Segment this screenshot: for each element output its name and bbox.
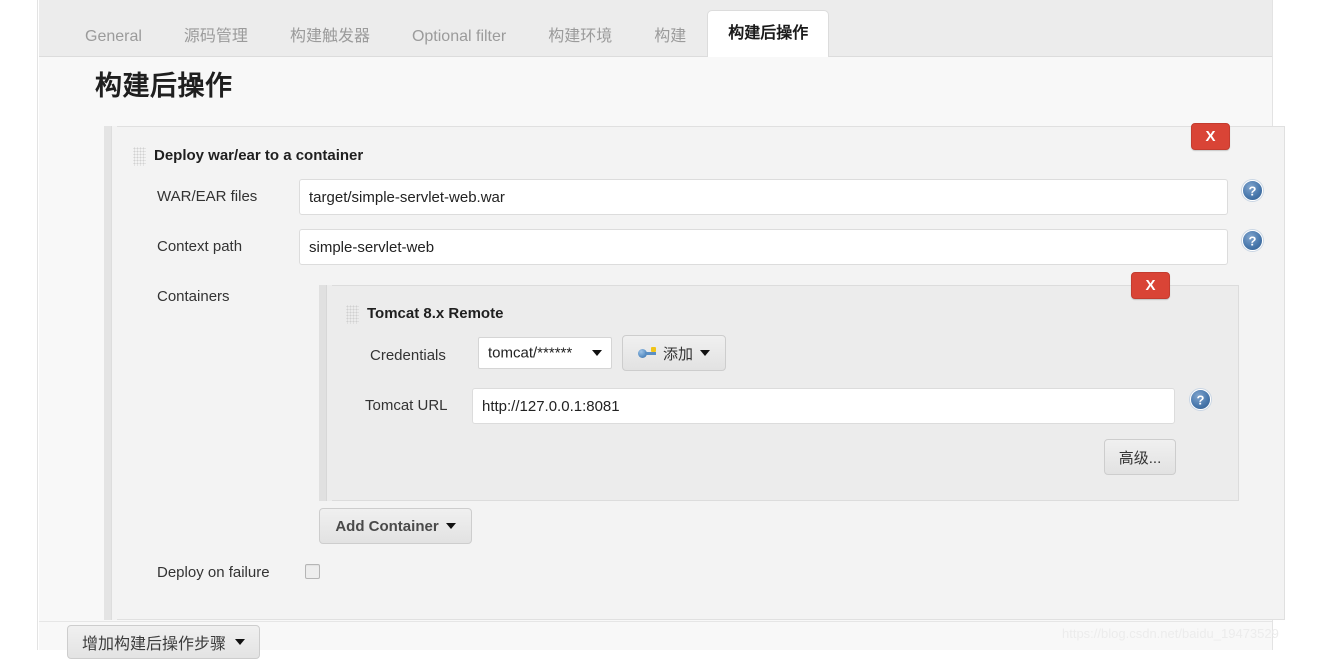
tab-post-build-actions[interactable]: 构建后操作 — [707, 10, 830, 57]
add-container-button[interactable]: Add Container — [319, 508, 472, 544]
chevron-down-icon — [592, 350, 602, 356]
chevron-down-icon — [445, 523, 456, 529]
tomcat-url-input[interactable] — [472, 388, 1175, 424]
delete-publisher-button[interactable]: X — [1191, 123, 1230, 150]
tab-build-triggers[interactable]: 构建触发器 — [269, 16, 391, 56]
container-drag-grip-icon[interactable] — [346, 305, 359, 324]
jenkins-job-config-page: General 源码管理 构建触发器 Optional filter 构建环境 … — [0, 0, 1334, 659]
containers-label: Containers — [157, 288, 230, 305]
footer-divider — [39, 621, 1272, 622]
page-title: 构建后操作 — [95, 71, 233, 101]
config-tab-bar: General 源码管理 构建触发器 Optional filter 构建环境 … — [39, 0, 1272, 57]
watermark-text: https://blog.csdn.net/baidu_19473529 — [1062, 626, 1279, 641]
tomcat-url-label: Tomcat URL — [365, 397, 448, 414]
tab-build[interactable]: 构建 — [633, 16, 707, 56]
advanced-button[interactable]: 高级... — [1104, 439, 1176, 475]
key-icon — [637, 347, 656, 359]
credentials-select[interactable]: tomcat/****** — [478, 337, 612, 369]
publisher-deploy-panel: X Deploy war/ear to a container WAR/EAR … — [104, 123, 1285, 620]
config-tab-list: General 源码管理 构建触发器 Optional filter 构建环境 … — [64, 0, 830, 57]
war-ear-files-input[interactable] — [299, 179, 1228, 215]
container-panel-body: X Tomcat 8.x Remote Credentials tomcat/*… — [332, 272, 1239, 501]
context-path-label: Context path — [157, 238, 243, 255]
war-ear-files-label: WAR/EAR files — [157, 188, 258, 205]
add-credentials-label: 添加 — [662, 345, 693, 363]
tab-source-code-management[interactable]: 源码管理 — [163, 16, 269, 56]
tomcat-container-panel: X Tomcat 8.x Remote Credentials tomcat/*… — [319, 272, 1239, 501]
page-left-gutter — [0, 0, 38, 650]
credentials-label: Credentials — [370, 347, 446, 364]
tab-general[interactable]: General — [64, 16, 163, 56]
drag-grip-icon[interactable] — [133, 147, 146, 166]
tomcat-url-help-icon[interactable] — [1190, 389, 1211, 410]
deploy-on-failure-checkbox[interactable] — [305, 564, 320, 579]
publisher-title: Deploy war/ear to a container — [154, 147, 364, 164]
deploy-on-failure-label: Deploy on failure — [157, 564, 270, 581]
container-title: Tomcat 8.x Remote — [367, 305, 504, 322]
add-container-label: Add Container — [335, 517, 439, 535]
publisher-drag-handle-bar[interactable] — [104, 126, 112, 620]
publisher-panel-body: X Deploy war/ear to a container WAR/EAR … — [117, 123, 1285, 620]
add-credentials-button[interactable]: 添加 — [622, 335, 726, 371]
add-post-build-step-label: 增加构建后操作步骤 — [82, 636, 227, 653]
war-ear-files-help-icon[interactable] — [1242, 180, 1263, 201]
delete-container-button[interactable]: X — [1131, 272, 1170, 299]
advanced-label: 高级... — [1118, 449, 1162, 467]
context-path-input[interactable] — [299, 229, 1228, 265]
credentials-selected-value: tomcat/****** — [488, 344, 573, 362]
chevron-down-icon — [235, 639, 246, 645]
add-post-build-step-button[interactable]: 增加构建后操作步骤 — [67, 625, 261, 659]
chevron-down-icon — [700, 350, 710, 356]
container-drag-handle-bar[interactable] — [319, 285, 327, 501]
context-path-help-icon[interactable] — [1242, 230, 1263, 251]
tab-optional-filter[interactable]: Optional filter — [391, 16, 527, 56]
tab-build-environment[interactable]: 构建环境 — [527, 16, 633, 56]
page-content: General 源码管理 构建触发器 Optional filter 构建环境 … — [39, 0, 1285, 659]
